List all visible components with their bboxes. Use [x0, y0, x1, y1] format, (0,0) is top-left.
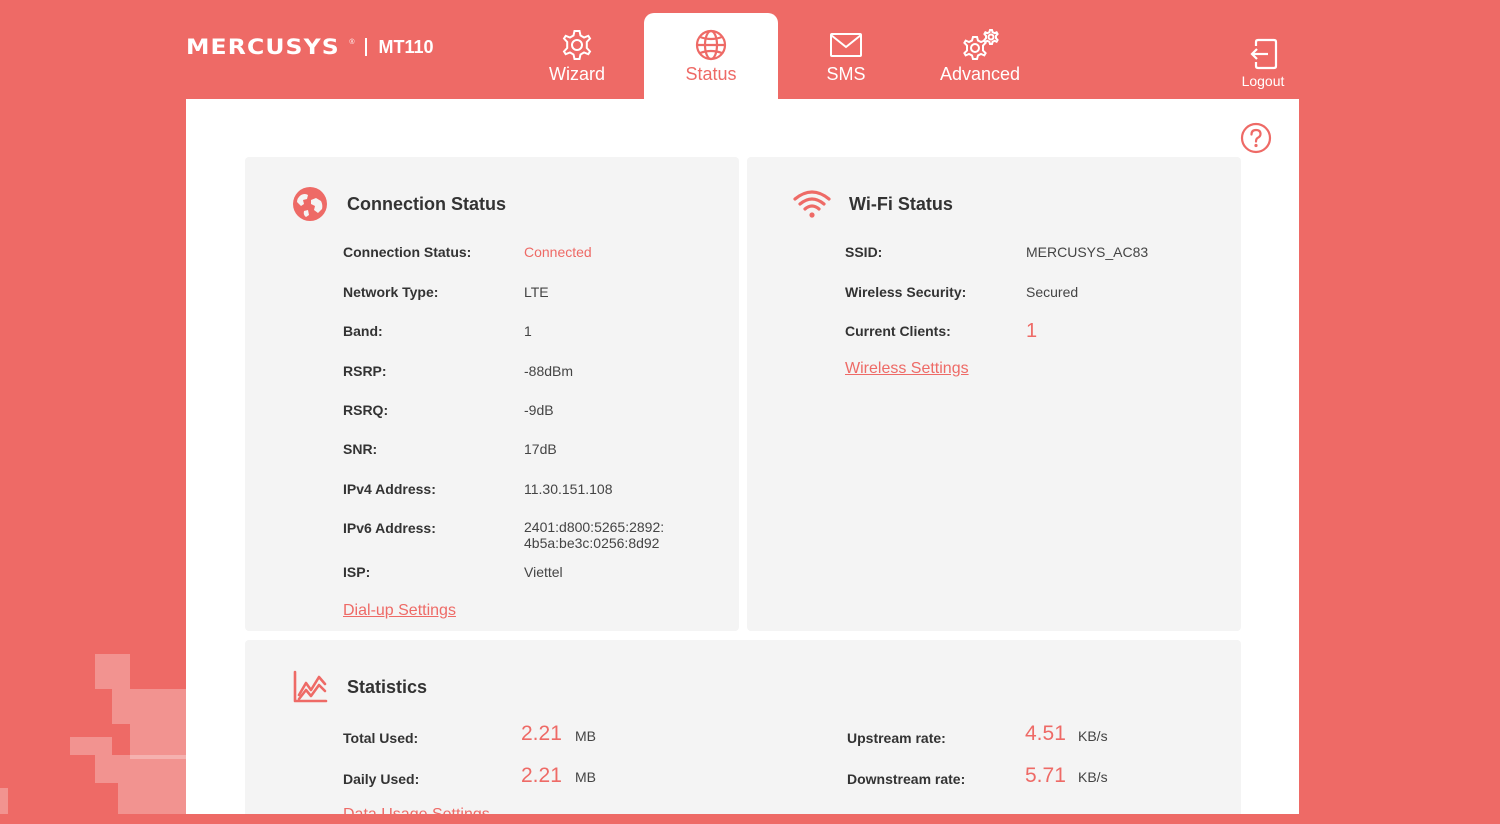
current-clients-label: Current Clients:: [845, 323, 951, 339]
snr-value: 17dB: [524, 441, 557, 457]
ssid-label: SSID:: [845, 244, 883, 260]
tab-advanced-label: Advanced: [939, 64, 1021, 84]
connection-status-value: Connected: [524, 244, 592, 260]
logo-divider: [364, 38, 367, 56]
total-used-value: 2.21: [521, 722, 562, 745]
brand-logo: MERCUSYS ® MT110: [186, 34, 434, 60]
gears-icon: [963, 29, 999, 60]
tab-sms-label: SMS: [826, 64, 866, 84]
envelope-icon: [830, 33, 862, 57]
decorative-block: [95, 755, 186, 783]
rsrq-value: -9dB: [524, 402, 554, 418]
logout-button[interactable]: Logout: [1236, 38, 1290, 89]
decorative-block: [70, 737, 112, 755]
ipv6-value-line1: 2401:d800:5265:2892:: [524, 519, 665, 535]
downstream-rate-label: Downstream rate:: [847, 771, 966, 787]
tab-advanced[interactable]: Advanced: [913, 13, 1047, 99]
logout-icon: [1250, 38, 1278, 70]
wireless-security-label: Wireless Security:: [845, 284, 967, 300]
tab-status[interactable]: Status: [644, 13, 778, 99]
isp-value: Viettel: [524, 564, 563, 580]
decorative-block: [95, 654, 130, 689]
network-type-label: Network Type:: [343, 284, 439, 300]
snr-label: SNR:: [343, 441, 378, 457]
connection-status-label: Connection Status:: [343, 244, 472, 260]
globe-icon: [695, 29, 727, 61]
connection-status-card: [245, 157, 739, 631]
logout-label: Logout: [1241, 73, 1285, 89]
line-chart-icon: [293, 670, 328, 703]
wireless-settings-link[interactable]: Wireless Settings: [845, 360, 969, 378]
downstream-rate-value: 5.71: [1025, 764, 1066, 787]
decorative-block: [118, 783, 186, 814]
daily-used-label: Daily Used:: [343, 771, 420, 787]
connection-status-title: Connection Status: [347, 194, 507, 214]
ssid-value: MERCUSYS_AC83: [1026, 244, 1149, 260]
wireless-security-value: Secured: [1026, 284, 1079, 300]
upstream-rate-label: Upstream rate:: [847, 730, 946, 746]
model-name: MT110: [378, 36, 434, 57]
ipv6-label: IPv6 Address:: [343, 520, 436, 536]
upstream-rate-value: 4.51: [1025, 722, 1066, 745]
isp-label: ISP:: [343, 564, 371, 580]
current-clients-value: 1: [1026, 320, 1038, 342]
decorative-block: [130, 724, 186, 759]
network-type-value: LTE: [524, 284, 549, 300]
tab-sms[interactable]: SMS: [779, 13, 913, 99]
band-label: Band:: [343, 323, 383, 339]
tab-status-label: Status: [685, 64, 737, 84]
downstream-rate-unit: KB/s: [1078, 769, 1108, 785]
wifi-status-card: [747, 157, 1241, 631]
rsrq-label: RSRQ:: [343, 402, 389, 418]
wifi-status-title: Wi-Fi Status: [849, 194, 953, 214]
total-used-unit: MB: [575, 728, 596, 744]
ipv4-label: IPv4 Address:: [343, 481, 436, 497]
tab-wizard-label: Wizard: [548, 64, 605, 84]
brand-name: MERCUSYS: [186, 35, 340, 59]
ipv4-value: 11.30.151.108: [524, 481, 613, 497]
band-value: 1: [524, 323, 532, 339]
rsrp-label: RSRP:: [343, 363, 387, 379]
daily-used-unit: MB: [575, 769, 596, 785]
data-usage-settings-link[interactable]: Data Usage Settings: [343, 806, 490, 824]
upstream-rate-unit: KB/s: [1078, 728, 1108, 744]
tab-wizard[interactable]: Wizard: [510, 13, 644, 99]
rsrp-value: -88dBm: [524, 363, 574, 379]
registered-mark: ®: [349, 38, 355, 46]
ipv6-value-line2: 4b5a:be3c:0256:8d92: [524, 535, 660, 551]
gear-icon: [562, 30, 592, 60]
dial-up-settings-link[interactable]: Dial-up Settings: [343, 602, 456, 620]
decorative-block: [112, 689, 186, 724]
daily-used-value: 2.21: [521, 764, 562, 787]
help-icon[interactable]: [1240, 122, 1272, 154]
globe-filled-icon: [293, 187, 327, 221]
statistics-title: Statistics: [347, 677, 428, 697]
wifi-icon: [793, 190, 831, 218]
decorative-block: [0, 788, 8, 814]
statistics-card: [245, 640, 1241, 814]
total-used-label: Total Used:: [343, 730, 419, 746]
